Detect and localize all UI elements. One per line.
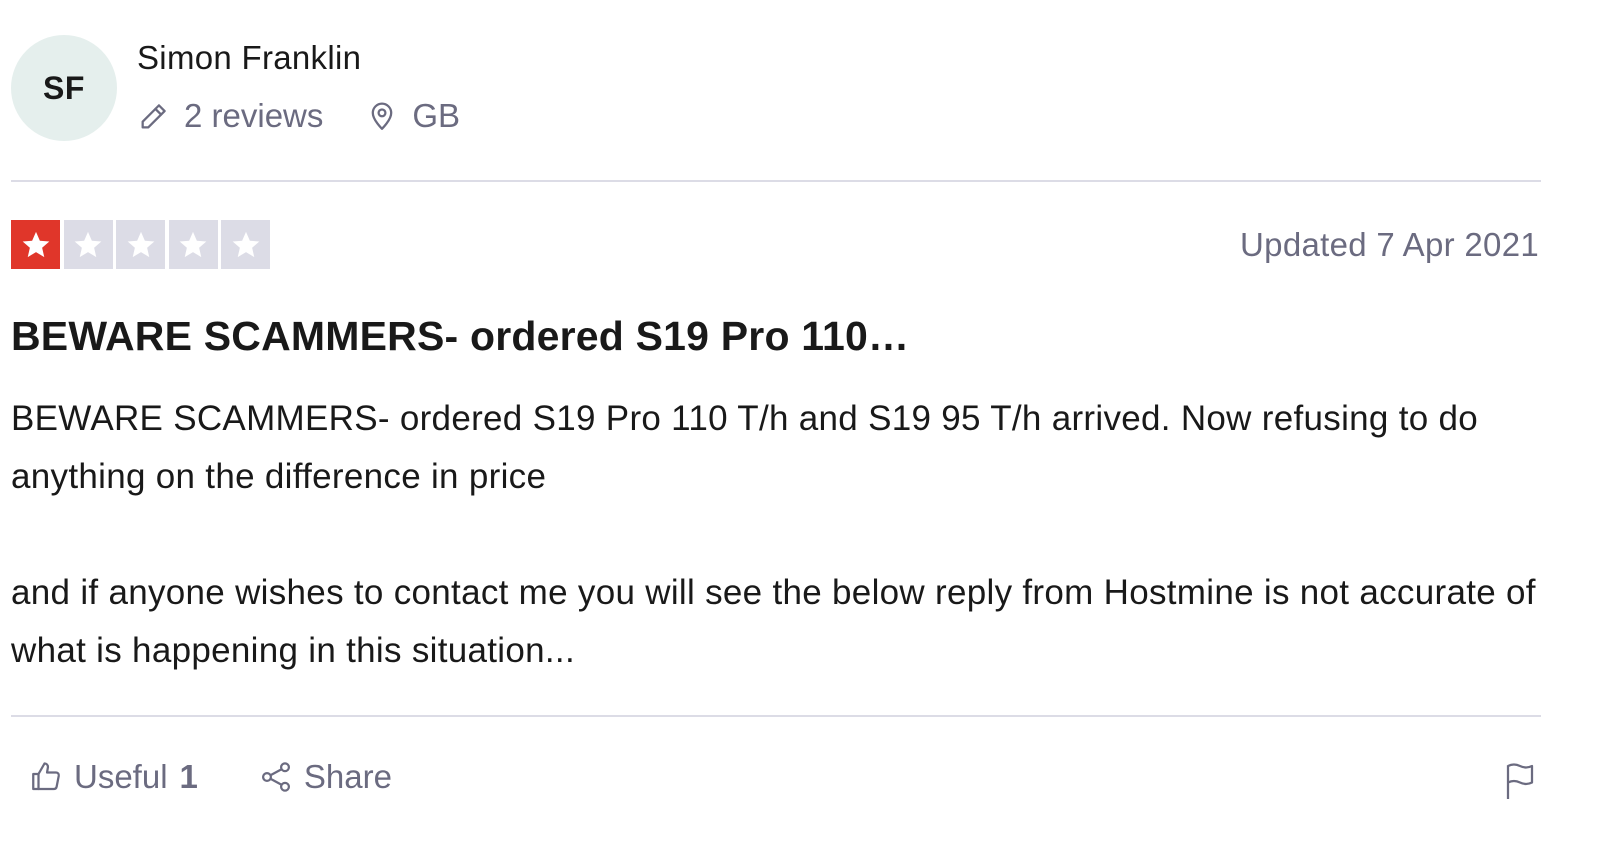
reviews-count-label: 2 reviews	[184, 97, 324, 134]
star-rating	[11, 220, 274, 269]
consumer-header: SF Simon Franklin 2 reviews GB	[11, 35, 1541, 145]
reviews-count: 2 reviews	[137, 97, 323, 135]
star-icon	[232, 231, 259, 257]
star-icon	[179, 231, 207, 257]
avatar-initials: SF	[43, 69, 85, 106]
star-filled	[11, 220, 60, 269]
useful-button[interactable]: Useful 1	[28, 758, 198, 796]
review-title[interactable]: BEWARE SCAMMERS- ordered S19 Pro 110…	[11, 313, 909, 360]
consumer-meta: 2 reviews GB	[137, 97, 460, 135]
useful-label: Useful	[74, 758, 168, 795]
avatar[interactable]: SF	[11, 35, 117, 141]
star-icon	[127, 231, 154, 257]
pencil-icon	[137, 99, 171, 133]
rating-row: Updated 7 Apr 2021	[11, 220, 1541, 270]
star-icon	[22, 231, 49, 257]
star-empty	[63, 220, 113, 269]
location-pin-icon	[365, 99, 399, 133]
review-paragraph: and if anyone wishes to contact me you w…	[11, 573, 1536, 670]
country-label: GB	[412, 97, 461, 134]
report-button[interactable]	[1502, 761, 1538, 801]
review-paragraph: BEWARE SCAMMERS- ordered S19 Pro 110 T/h…	[11, 399, 1479, 496]
star-empty	[168, 220, 218, 269]
useful-count: 1	[179, 758, 198, 795]
footer-divider	[11, 715, 1541, 717]
thumbs-up-icon	[28, 759, 64, 795]
share-icon	[258, 759, 294, 795]
review-actions: Useful 1 Share	[28, 758, 392, 796]
star-empty	[116, 220, 165, 269]
review-card: SF Simon Franklin 2 reviews GB Updated 7…	[11, 0, 1541, 853]
review-date: Updated 7 Apr 2021	[1240, 226, 1539, 263]
flag-icon	[1502, 763, 1538, 805]
star-icon	[74, 231, 102, 257]
header-divider	[11, 180, 1541, 182]
star-empty	[221, 220, 270, 269]
review-body: BEWARE SCAMMERS- ordered S19 Pro 110 T/h…	[11, 390, 1541, 680]
share-button[interactable]: Share	[258, 758, 392, 796]
consumer-name[interactable]: Simon Franklin	[137, 39, 361, 77]
consumer-location: GB	[365, 97, 460, 135]
share-label: Share	[303, 758, 392, 795]
